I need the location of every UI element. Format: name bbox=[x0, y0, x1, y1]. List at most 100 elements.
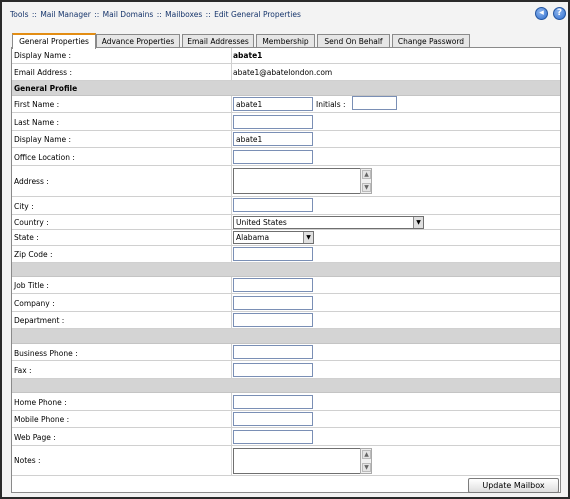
notes-label: Notes : bbox=[14, 456, 41, 465]
job-title-input[interactable] bbox=[233, 278, 313, 292]
tab-membership[interactable]: Membership bbox=[256, 34, 315, 48]
address-label: Address : bbox=[14, 177, 49, 186]
column-divider bbox=[231, 361, 232, 378]
back-arrow-icon[interactable]: ◂ bbox=[535, 7, 548, 20]
office-location-label: Office Location : bbox=[14, 153, 75, 162]
breadcrumb-separator: :: bbox=[94, 10, 100, 19]
display-name-row: Display Name : abate1 bbox=[12, 48, 560, 64]
state-select[interactable]: Alabama ▼ bbox=[233, 231, 314, 244]
column-divider bbox=[231, 197, 232, 214]
email-address-value: abate1@abatelondon.com bbox=[233, 68, 333, 77]
fax-input[interactable] bbox=[233, 363, 313, 377]
web-page-row: Web Page : bbox=[12, 428, 560, 446]
zip-code-row: Zip Code : bbox=[12, 246, 560, 263]
breadcrumb-separator: :: bbox=[205, 10, 211, 19]
section-spacer bbox=[12, 329, 560, 344]
zip-code-label: Zip Code : bbox=[14, 250, 53, 259]
scroll-down-arrow-icon[interactable]: ▼ bbox=[362, 463, 371, 472]
first-name-input[interactable] bbox=[233, 97, 313, 111]
display-name-value: abate1 bbox=[233, 51, 263, 60]
display-name-label: Display Name : bbox=[14, 51, 72, 60]
home-phone-input[interactable] bbox=[233, 395, 313, 409]
office-location-row: Office Location : bbox=[12, 148, 560, 166]
address-textarea[interactable]: ▲ ▼ bbox=[233, 168, 372, 194]
state-selected-value: Alabama bbox=[236, 233, 270, 242]
department-row: Department : bbox=[12, 312, 560, 329]
initials-input[interactable] bbox=[352, 96, 397, 110]
breadcrumb: Tools :: Mail Manager :: Mail Domains ::… bbox=[10, 9, 301, 21]
web-page-input[interactable] bbox=[233, 430, 313, 444]
column-divider bbox=[231, 446, 232, 475]
column-divider bbox=[231, 48, 232, 63]
section-spacer bbox=[12, 263, 560, 277]
tab-email-addresses[interactable]: Email Addresses bbox=[182, 34, 254, 48]
breadcrumb-item-mail-manager[interactable]: Mail Manager bbox=[40, 10, 91, 19]
column-divider bbox=[231, 294, 232, 311]
mobile-phone-row: Mobile Phone : bbox=[12, 411, 560, 428]
chevron-down-icon[interactable]: ▼ bbox=[303, 232, 313, 243]
scroll-up-arrow-icon[interactable]: ▲ bbox=[362, 170, 371, 179]
state-label: State : bbox=[14, 233, 39, 242]
general-properties-form: Display Name : abate1 Email Address : ab… bbox=[11, 47, 561, 493]
city-label: City : bbox=[14, 202, 34, 211]
scroll-up-arrow-icon[interactable]: ▲ bbox=[362, 450, 371, 459]
display-name-field-row: Display Name : bbox=[12, 131, 560, 148]
column-divider bbox=[231, 344, 232, 360]
business-phone-label: Business Phone : bbox=[14, 349, 78, 358]
scroll-down-arrow-icon[interactable]: ▼ bbox=[362, 183, 371, 192]
column-divider bbox=[231, 166, 232, 196]
tab-advance-properties[interactable]: Advance Properties bbox=[96, 34, 180, 48]
notes-scrollbar[interactable]: ▲ ▼ bbox=[360, 448, 372, 474]
tab-change-password[interactable]: Change Password bbox=[392, 34, 470, 48]
section-spacer bbox=[12, 379, 560, 393]
fax-label: Fax : bbox=[14, 366, 32, 375]
mobile-phone-input[interactable] bbox=[233, 412, 313, 426]
country-row: Country : United States ▼ bbox=[12, 215, 560, 230]
company-input[interactable] bbox=[233, 296, 313, 310]
column-divider bbox=[231, 312, 232, 328]
tab-general-properties[interactable]: General Properties bbox=[12, 33, 96, 49]
column-divider bbox=[231, 113, 232, 130]
column-divider bbox=[231, 131, 232, 147]
office-location-input[interactable] bbox=[233, 150, 313, 164]
first-name-row: First Name : Initials : bbox=[12, 96, 560, 113]
initials-label: Initials : bbox=[316, 100, 346, 109]
email-address-row: Email Address : abate1@abatelondon.com bbox=[12, 64, 560, 81]
address-scrollbar[interactable]: ▲ ▼ bbox=[360, 168, 372, 194]
business-phone-input[interactable] bbox=[233, 345, 313, 359]
job-title-label: Job Title : bbox=[14, 281, 49, 290]
breadcrumb-item-tools[interactable]: Tools bbox=[10, 10, 28, 19]
mobile-phone-label: Mobile Phone : bbox=[14, 415, 70, 424]
breadcrumb-separator: :: bbox=[156, 10, 162, 19]
column-divider bbox=[231, 96, 232, 112]
country-selected-value: United States bbox=[236, 218, 287, 227]
breadcrumb-item-mailboxes[interactable]: Mailboxes bbox=[165, 10, 202, 19]
notes-textarea[interactable]: ▲ ▼ bbox=[233, 448, 372, 474]
general-profile-section: General Profile bbox=[12, 81, 560, 96]
help-icon[interactable]: ? bbox=[553, 7, 566, 20]
company-row: Company : bbox=[12, 294, 560, 312]
update-mailbox-button[interactable]: Update Mailbox bbox=[468, 478, 559, 493]
breadcrumb-separator: :: bbox=[31, 10, 37, 19]
zip-code-input[interactable] bbox=[233, 247, 313, 261]
chevron-down-icon[interactable]: ▼ bbox=[413, 217, 423, 228]
tab-send-on-behalf[interactable]: Send On Behalf bbox=[317, 34, 390, 48]
company-label: Company : bbox=[14, 299, 55, 308]
city-row: City : bbox=[12, 197, 560, 215]
last-name-label: Last Name : bbox=[14, 118, 60, 127]
first-name-label: First Name : bbox=[14, 100, 60, 109]
department-input[interactable] bbox=[233, 313, 313, 327]
state-row: State : Alabama ▼ bbox=[12, 230, 560, 246]
country-select[interactable]: United States ▼ bbox=[233, 216, 424, 229]
breadcrumb-item-mail-domains[interactable]: Mail Domains bbox=[103, 10, 154, 19]
display-name-input[interactable] bbox=[233, 132, 313, 146]
column-divider bbox=[231, 277, 232, 293]
column-divider bbox=[231, 246, 232, 262]
address-row: Address : ▲ ▼ bbox=[12, 166, 560, 197]
city-input[interactable] bbox=[233, 198, 313, 212]
column-divider bbox=[231, 428, 232, 445]
column-divider bbox=[231, 148, 232, 165]
email-address-label: Email Address : bbox=[14, 68, 72, 77]
last-name-input[interactable] bbox=[233, 115, 313, 129]
home-phone-label: Home Phone : bbox=[14, 398, 67, 407]
